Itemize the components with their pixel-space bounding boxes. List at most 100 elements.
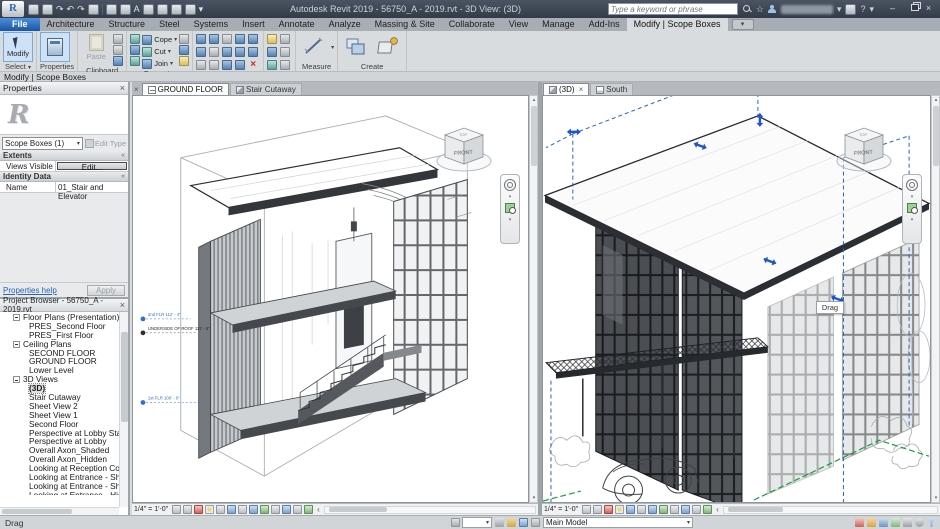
shadows-icon[interactable] bbox=[205, 505, 214, 514]
thin-lines-icon[interactable] bbox=[171, 4, 182, 15]
left-view-hscrollbar[interactable] bbox=[324, 506, 536, 514]
tab-massing-site[interactable]: Massing & Site bbox=[368, 18, 442, 31]
mirror-icon[interactable] bbox=[222, 34, 232, 44]
apply-button[interactable]: Apply bbox=[87, 285, 125, 296]
3d-view-canvas[interactable]: Drag FRONT TOP ▾ ▾ bbox=[542, 95, 931, 503]
right-view-vscrollbar[interactable]: ▴ ▾ bbox=[931, 95, 940, 503]
open-icon[interactable] bbox=[28, 4, 39, 15]
minimize-icon[interactable]: – bbox=[884, 2, 901, 16]
worksharing-display-icon[interactable] bbox=[681, 505, 690, 514]
unlock-view-icon[interactable] bbox=[249, 505, 258, 514]
trim-icon[interactable] bbox=[209, 47, 219, 57]
aligned-dimension-icon[interactable] bbox=[120, 4, 131, 15]
align-icon[interactable] bbox=[196, 34, 206, 44]
tab-insert[interactable]: Insert bbox=[235, 18, 272, 31]
view-bar-scroll-icon[interactable]: ‹ bbox=[317, 505, 320, 514]
match-properties-icon[interactable] bbox=[113, 56, 123, 66]
show-constraints-icon[interactable] bbox=[304, 505, 313, 514]
active-design-option-dropdown[interactable]: Main Model ▾ bbox=[543, 517, 693, 528]
section-extents[interactable]: Extents« bbox=[0, 151, 128, 161]
beam-wall-join-icon[interactable] bbox=[179, 34, 189, 44]
mirror-axis-icon[interactable] bbox=[222, 60, 232, 70]
default-3d-view-icon[interactable] bbox=[143, 4, 154, 15]
link-icon[interactable] bbox=[531, 518, 540, 527]
project-browser-close-icon[interactable]: × bbox=[120, 300, 125, 310]
edit-type-button[interactable]: Edit Type bbox=[85, 139, 126, 148]
detail-level-icon[interactable] bbox=[172, 505, 181, 514]
switch-windows-icon[interactable] bbox=[185, 4, 196, 15]
move-icon[interactable] bbox=[235, 34, 245, 44]
rotate-icon[interactable] bbox=[196, 47, 206, 57]
tree-item[interactable]: Looking at Entrance - Hidden bbox=[0, 491, 128, 495]
copy-to-clipboard-icon[interactable] bbox=[113, 45, 123, 55]
cut-profile-icon[interactable] bbox=[280, 47, 290, 57]
stair-cutaway-canvas[interactable]: 2nd FLR 112' - 4" UNDERSIDE OF ROOF 111'… bbox=[132, 95, 529, 503]
split-face-icon[interactable] bbox=[130, 45, 140, 55]
tab-analyze[interactable]: Analyze bbox=[322, 18, 368, 31]
app-store-icon[interactable] bbox=[845, 4, 856, 15]
unpin-icon[interactable] bbox=[209, 60, 219, 70]
view-tab-close-icon[interactable]: × bbox=[134, 85, 139, 94]
drag-on-selection-icon[interactable] bbox=[903, 518, 912, 527]
temporary-hide-isolate-icon[interactable] bbox=[659, 505, 668, 514]
demolish-icon[interactable] bbox=[130, 56, 140, 66]
rendering-icon[interactable] bbox=[216, 505, 225, 514]
select-underlay-icon[interactable] bbox=[867, 518, 876, 527]
view-bar-scroll-icon[interactable]: ‹ bbox=[716, 505, 719, 514]
pencil-icon[interactable] bbox=[507, 518, 516, 527]
zoom-dropdown-icon[interactable]: ▾ bbox=[911, 217, 914, 223]
delete-icon[interactable]: × bbox=[248, 60, 258, 70]
tree-item[interactable]: 3D Views bbox=[0, 375, 128, 384]
trim-extend-icon[interactable] bbox=[235, 60, 245, 70]
viewcube[interactable]: FRONT TOP bbox=[430, 122, 500, 178]
create-similar-button[interactable] bbox=[373, 32, 403, 62]
cut-tool[interactable]: Cut▾ bbox=[142, 46, 177, 57]
cope-tool[interactable]: Cope▾ bbox=[142, 34, 177, 45]
join-tool[interactable]: Join▾ bbox=[142, 58, 177, 69]
temporary-hide-isolate-icon[interactable] bbox=[260, 505, 269, 514]
scale-label[interactable]: 1/4" = 1'-0" bbox=[134, 506, 168, 513]
array-icon[interactable] bbox=[235, 47, 245, 57]
scale-icon[interactable] bbox=[248, 47, 258, 57]
tab-file[interactable]: File bbox=[0, 18, 40, 31]
right-view-hscrollbar[interactable] bbox=[723, 506, 938, 514]
detail-level-icon[interactable] bbox=[582, 505, 591, 514]
cut-to-clipboard-icon[interactable] bbox=[113, 34, 123, 44]
tab-steel[interactable]: Steel bbox=[152, 18, 187, 31]
undo-icon[interactable]: ↶ bbox=[67, 4, 75, 15]
offset-icon[interactable] bbox=[209, 34, 219, 44]
sync-icon[interactable]: ↷ bbox=[56, 4, 64, 15]
user-name-redacted[interactable] bbox=[781, 5, 833, 14]
reveal-hidden-elements-icon[interactable] bbox=[670, 505, 679, 514]
worksets-icon[interactable] bbox=[451, 518, 460, 527]
tab-close-icon[interactable]: × bbox=[579, 85, 584, 94]
close-icon[interactable]: × bbox=[920, 2, 937, 16]
select-links-icon[interactable] bbox=[855, 518, 864, 527]
wheel-dropdown-icon[interactable]: ▾ bbox=[911, 194, 914, 200]
section-icon[interactable] bbox=[157, 4, 168, 15]
sun-path-icon[interactable] bbox=[604, 505, 613, 514]
application-menu-button[interactable]: R bbox=[2, 1, 24, 17]
print-icon[interactable] bbox=[88, 4, 99, 15]
save-icon[interactable] bbox=[42, 4, 53, 15]
properties-close-icon[interactable]: × bbox=[120, 83, 125, 93]
type-selector-dropdown[interactable]: Scope Boxes (1) ▾ bbox=[2, 137, 83, 150]
tree-item[interactable]: Lower Level bbox=[0, 366, 128, 375]
tab-collaborate[interactable]: Collaborate bbox=[442, 18, 502, 31]
sun-path-icon[interactable] bbox=[194, 505, 203, 514]
wheel-dropdown-icon[interactable]: ▾ bbox=[509, 194, 512, 200]
duplicate-view-button[interactable] bbox=[341, 32, 371, 62]
properties-toggle-button[interactable] bbox=[40, 32, 70, 62]
pin-icon[interactable] bbox=[196, 60, 206, 70]
properties-help-link[interactable]: Properties help bbox=[3, 286, 57, 295]
zoom-icon[interactable] bbox=[505, 203, 516, 214]
collapse-icon[interactable] bbox=[13, 341, 20, 348]
reveal-hidden-elements-icon[interactable] bbox=[271, 505, 280, 514]
hide-icon[interactable] bbox=[280, 60, 290, 70]
tab-view[interactable]: View bbox=[502, 18, 535, 31]
shadows-icon[interactable] bbox=[615, 505, 624, 514]
scale-label[interactable]: 1/4" = 1'-0" bbox=[544, 506, 578, 513]
background-processes-icon[interactable] bbox=[915, 518, 924, 527]
tab-manage[interactable]: Manage bbox=[535, 18, 582, 31]
design-options-icon[interactable] bbox=[519, 518, 528, 527]
